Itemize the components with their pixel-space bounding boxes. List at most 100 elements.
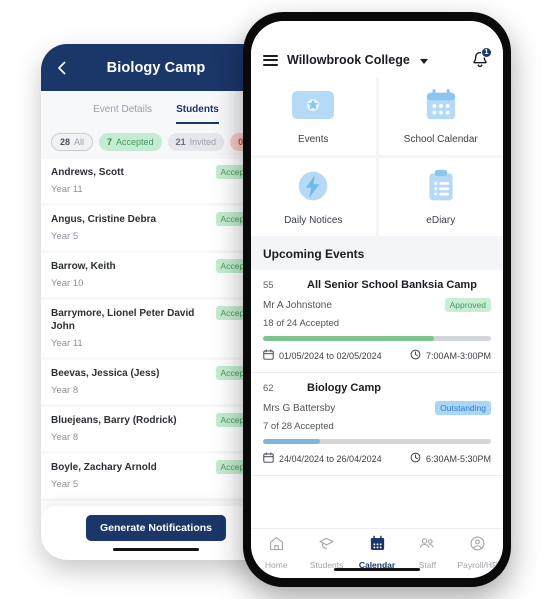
quick-action-tiles: Events School Calendar Daily Notices eDi… xyxy=(251,77,503,236)
tile-label: School Calendar xyxy=(403,133,478,145)
calendar-icon xyxy=(263,349,274,362)
graduation-cap-icon xyxy=(318,535,335,557)
event-organiser: Mrs G Battersby xyxy=(263,402,336,414)
tab-calendar[interactable]: Calendar xyxy=(352,535,402,570)
event-card[interactable]: 55 All Senior School Banksia Camp Mr A J… xyxy=(251,270,503,373)
event-meta: Mr A Johnstone Approved xyxy=(263,298,491,312)
event-schedule: 01/05/2024 to 02/05/2024 7:00AM-3:00PM xyxy=(263,349,491,362)
people-icon xyxy=(418,535,436,557)
tab-students[interactable]: Students xyxy=(301,535,351,570)
tile-daily-notices[interactable]: Daily Notices xyxy=(251,158,376,236)
filter-chip-invited-label: Invited xyxy=(189,137,217,147)
clipboard-list-icon xyxy=(425,169,457,208)
student-year: Year 5 xyxy=(51,231,79,242)
event-time-range-wrap: 6:30AM-5:30PM xyxy=(410,452,491,465)
event-progress-fill xyxy=(263,336,434,341)
upcoming-events-heading: Upcoming Events xyxy=(251,236,503,270)
table-row[interactable]: Boyle, Zachary Arnold Year 5 Accepted xyxy=(41,454,271,498)
tab-event-details[interactable]: Event Details xyxy=(93,104,152,124)
event-date-range: 24/04/2024 to 26/04/2024 xyxy=(279,453,382,464)
calendar-icon xyxy=(263,452,274,465)
app-bar: Willowbrook College 1 xyxy=(251,43,503,77)
filter-chip-accepted-count: 7 xyxy=(107,137,113,147)
tile-events[interactable]: Events xyxy=(251,77,376,155)
tab-students[interactable]: Students xyxy=(176,104,219,124)
student-year: Year 10 xyxy=(51,278,84,289)
student-year: Year 11 xyxy=(51,184,83,195)
tile-label: eDiary xyxy=(426,214,456,226)
event-id: 62 xyxy=(263,383,274,394)
user-circle-icon xyxy=(469,535,486,557)
event-organiser: Mr A Johnstone xyxy=(263,299,332,311)
event-header: 55 All Senior School Banksia Camp xyxy=(263,279,491,291)
page-title: Biology Camp xyxy=(106,59,206,76)
event-time-range: 6:30AM-5:30PM xyxy=(425,453,491,464)
event-time-range-wrap: 7:00AM-3:00PM xyxy=(410,349,491,362)
tab-label: Home xyxy=(264,560,288,570)
event-date-range: 01/05/2024 to 02/05/2024 xyxy=(279,350,382,361)
chevron-down-icon[interactable] xyxy=(419,58,428,64)
calendar-icon xyxy=(369,535,386,557)
left-phone-mockup: Biology Camp Event Details Students 28 A… xyxy=(41,44,271,560)
screenshot-stage: Biology Camp Event Details Students 28 A… xyxy=(0,0,541,599)
event-card[interactable]: 62 Biology Camp Mrs G Battersby Outstand… xyxy=(251,373,503,476)
student-year: Year 8 xyxy=(51,432,79,443)
clock-icon xyxy=(410,452,421,465)
tab-payroll-hr[interactable]: Payroll/HR xyxy=(453,535,503,570)
tile-label: Daily Notices xyxy=(284,214,343,226)
table-row[interactable]: Bluejeans, Barry (Rodrick) Year 8 Accept… xyxy=(41,407,271,451)
table-row[interactable]: Barrymore, Lionel Peter David John Year … xyxy=(41,300,271,357)
table-row[interactable]: Angus, Cristine Debra Year 5 Accepted xyxy=(41,206,271,250)
tab-staff[interactable]: Staff xyxy=(402,535,452,570)
generate-notifications-button[interactable]: Generate Notifications xyxy=(85,515,227,541)
status-badge: Approved xyxy=(444,298,491,312)
tile-ediary[interactable]: eDiary xyxy=(378,158,503,236)
student-year: Year 5 xyxy=(51,479,79,490)
school-name: Willowbrook College xyxy=(287,53,410,67)
upcoming-events-list: 55 All Senior School Banksia Camp Mr A J… xyxy=(251,270,503,528)
left-footer-bar: Generate Notifications xyxy=(41,506,271,560)
event-accepted-count: 7 of 28 Accepted xyxy=(263,421,334,432)
notification-bell-icon[interactable]: 1 xyxy=(470,47,492,70)
event-meta: Mrs G Battersby Outstanding xyxy=(263,401,491,415)
status-badge: Outstanding xyxy=(435,401,491,415)
filter-chip-accepted-label: Accepted xyxy=(116,137,154,147)
left-tab-bar: Event Details Students xyxy=(41,91,271,124)
event-header: 62 Biology Camp xyxy=(263,382,491,394)
lightning-bolt-icon xyxy=(295,169,331,208)
table-row[interactable]: Beevas, Jessica (Jess) Year 8 Accepted xyxy=(41,360,271,404)
ticket-star-icon xyxy=(290,88,336,127)
filter-chip-all-count: 28 xyxy=(60,137,71,147)
event-progress-bar xyxy=(263,439,491,444)
home-indicator xyxy=(113,547,199,551)
tile-school-calendar[interactable]: School Calendar xyxy=(378,77,503,155)
status-bar xyxy=(251,21,503,43)
filter-chip-all-label: All xyxy=(74,137,85,147)
filter-chip-all[interactable]: 28 All xyxy=(51,133,94,151)
hamburger-icon[interactable] xyxy=(263,54,278,66)
event-name: All Senior School Banksia Camp xyxy=(307,279,477,291)
home-icon xyxy=(268,535,285,557)
event-date-range-wrap: 01/05/2024 to 02/05/2024 xyxy=(263,349,410,362)
event-id: 55 xyxy=(263,280,274,291)
tab-label: Payroll/HR xyxy=(457,560,499,570)
filter-chip-accepted[interactable]: 7 Accepted xyxy=(99,133,162,151)
right-phone-mockup: Willowbrook College 1 Events School Cale… xyxy=(243,12,511,587)
table-row[interactable]: Andrews, Scott Year 11 Accepted xyxy=(41,159,271,203)
filter-chip-invited[interactable]: 21 Invited xyxy=(167,133,225,151)
clock-icon xyxy=(410,349,421,362)
notification-count-badge: 1 xyxy=(481,47,492,58)
event-schedule: 24/04/2024 to 26/04/2024 6:30AM-5:30PM xyxy=(263,452,491,465)
table-row[interactable]: Barrow, Keith Year 10 Accepted xyxy=(41,253,271,297)
event-time-range: 7:00AM-3:00PM xyxy=(425,350,491,361)
tab-home[interactable]: Home xyxy=(251,535,301,570)
home-indicator xyxy=(334,567,420,571)
right-phone-screen: Willowbrook College 1 Events School Cale… xyxy=(251,21,503,578)
event-accepted-count: 18 of 24 Accepted xyxy=(263,318,340,329)
student-list[interactable]: Andrews, Scott Year 11 Accepted Angus, C… xyxy=(41,159,271,560)
event-name: Biology Camp xyxy=(307,382,381,394)
event-progress-fill xyxy=(263,439,320,444)
chevron-left-icon[interactable] xyxy=(54,60,70,76)
student-year: Year 8 xyxy=(51,385,79,396)
left-app-header: Biology Camp xyxy=(41,44,271,91)
